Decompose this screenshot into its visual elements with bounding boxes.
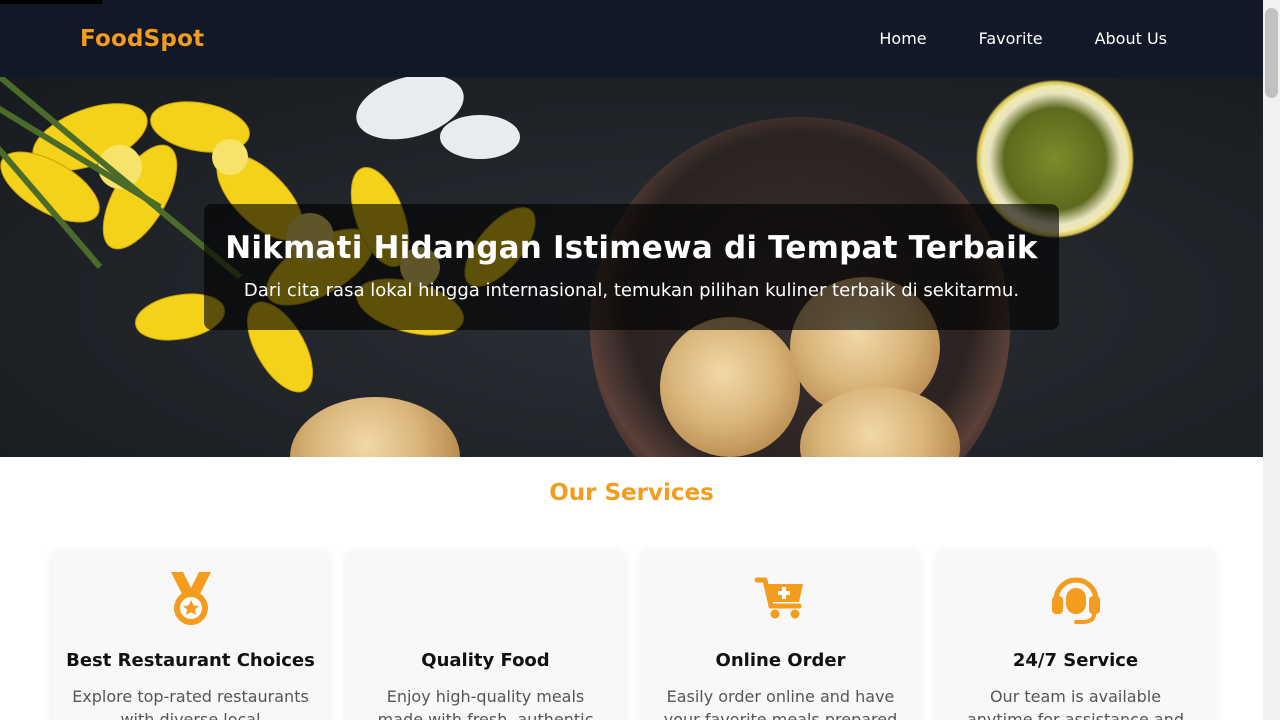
nav-home-link[interactable]: Home bbox=[879, 29, 926, 48]
services-title: Our Services bbox=[549, 480, 714, 506]
hero-subtitle: Dari cita rasa lokal hingga internasiona… bbox=[243, 280, 1020, 301]
service-card-desc: Enjoy high-quality meals made with fresh… bbox=[377, 687, 594, 720]
brand-logo[interactable]: FoodSpot bbox=[80, 26, 204, 52]
navbar: FoodSpot Home Favorite About Us bbox=[0, 0, 1263, 77]
nav-about-link[interactable]: About Us bbox=[1095, 29, 1167, 48]
service-card-title: Best Restaurant Choices bbox=[66, 650, 315, 671]
service-card-title: Quality Food bbox=[421, 650, 550, 671]
service-card-desc: Explore top-rated restaurants with diver… bbox=[72, 687, 309, 720]
hero-overlay: Nikmati Hidangan Istimewa di Tempat Terb… bbox=[204, 204, 1059, 330]
cookie-image bbox=[660, 317, 800, 457]
service-card-title: Online Order bbox=[715, 650, 846, 671]
service-card: Online Order Easily order online and hav… bbox=[642, 550, 919, 720]
page-scrollbar[interactable] bbox=[1263, 0, 1280, 720]
hero-title: Nikmati Hidangan Istimewa di Tempat Terb… bbox=[225, 230, 1038, 266]
hero-banner: Nikmati Hidangan Istimewa di Tempat Terb… bbox=[0, 77, 1263, 457]
services-cards: Best Restaurant Choices Explore top-rate… bbox=[52, 550, 1214, 720]
scrollbar-thumb[interactable] bbox=[1265, 8, 1278, 98]
headset-icon bbox=[1051, 577, 1100, 624]
nav-links: Home Favorite About Us bbox=[879, 29, 1167, 48]
service-card: 24/7 Service Our team is available anyti… bbox=[937, 550, 1214, 720]
top-strip bbox=[0, 0, 102, 4]
service-card: Best Restaurant Choices Explore top-rate… bbox=[52, 550, 329, 720]
nav-favorite-link[interactable]: Favorite bbox=[979, 29, 1043, 48]
medal-icon bbox=[170, 572, 211, 625]
cart-plus-icon bbox=[754, 577, 803, 619]
service-card: Quality Food Enjoy high-quality meals ma… bbox=[347, 550, 624, 720]
service-card-desc: Easily order online and have your favori… bbox=[663, 687, 898, 720]
service-card-desc: Our team is available anytime for assist… bbox=[966, 687, 1185, 720]
service-card-title: 24/7 Service bbox=[1012, 650, 1139, 671]
